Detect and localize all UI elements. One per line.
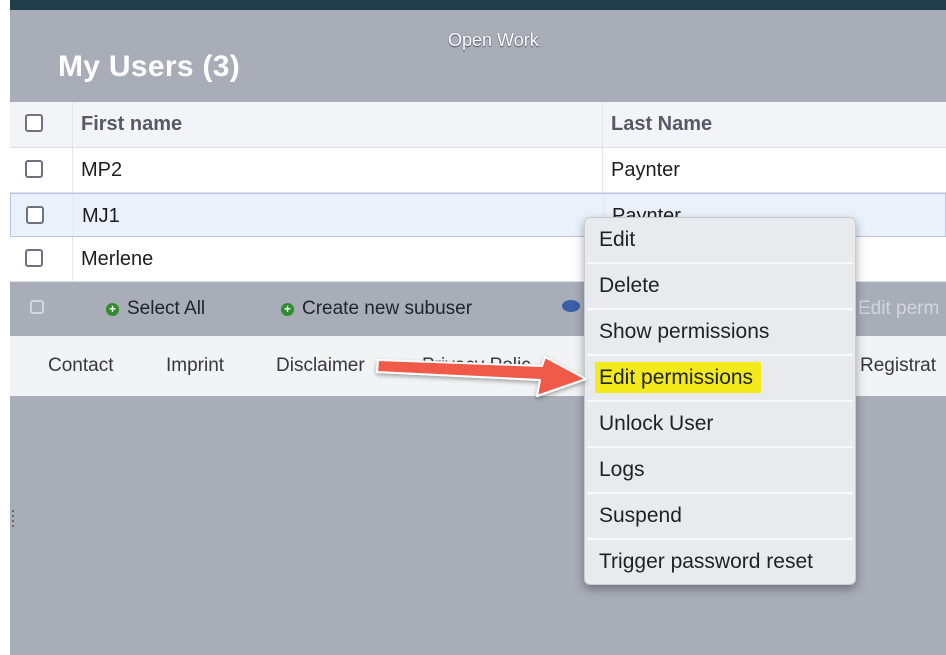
menu-item-suspend[interactable]: Suspend — [587, 494, 853, 540]
menu-item-edit-permissions[interactable]: Edit permissions — [587, 356, 853, 402]
menu-item-label: Logs — [599, 458, 645, 481]
plus-icon: + — [106, 302, 119, 316]
page-title: My Users (3) — [58, 50, 241, 83]
page-header: Open Work My Users (3) — [10, 10, 946, 102]
table-header-row: First name Last Name — [10, 102, 946, 148]
menu-item-edit[interactable]: Edit — [587, 218, 853, 264]
menu-item-trigger-password-reset[interactable]: Trigger password reset — [587, 540, 853, 584]
menu-item-logs[interactable]: Logs — [587, 448, 853, 494]
resize-handle[interactable] — [12, 510, 14, 530]
toolbar-checkbox[interactable] — [30, 300, 44, 314]
row-checkbox[interactable] — [26, 206, 44, 224]
first-name-cell: Merlene — [72, 237, 602, 281]
menu-item-label: Trigger password reset — [599, 550, 813, 573]
row-checkbox[interactable] — [25, 249, 43, 267]
menu-item-label: Unlock User — [599, 412, 714, 435]
create-subuser-label: Create new subuser — [302, 298, 473, 319]
row-checkbox[interactable] — [25, 160, 43, 178]
plus-icon: + — [281, 302, 294, 316]
table-row[interactable]: MP2 Paynter — [10, 148, 946, 193]
edit-permissions-toolbar-button[interactable]: Edit perm — [858, 298, 939, 320]
eye-icon[interactable] — [562, 300, 580, 312]
menu-item-label: Edit — [599, 228, 636, 251]
context-menu: Edit Delete Show permissions Edit permis… — [584, 217, 856, 585]
last-name-cell: Paynter — [602, 148, 946, 192]
first-name-cell: MJ1 — [73, 194, 603, 236]
first-name-cell: MP2 — [72, 148, 602, 192]
menu-item-label: Edit permissions — [595, 362, 762, 393]
footer-link-imprint[interactable]: Imprint — [166, 355, 224, 377]
menu-item-delete[interactable]: Delete — [587, 264, 853, 310]
menu-item-label: Show permissions — [599, 320, 770, 343]
menu-item-label: Suspend — [599, 504, 682, 527]
overlay-title: Open Work — [448, 30, 539, 50]
column-header-first-name[interactable]: First name — [72, 102, 602, 147]
footer-link-privacy-policy[interactable]: Privacy Polic — [422, 355, 531, 377]
create-subuser-button[interactable]: + Create new subuser — [281, 298, 472, 320]
menu-item-show-permissions[interactable]: Show permissions — [587, 310, 853, 356]
footer-link-contact[interactable]: Contact — [48, 355, 113, 377]
select-all-label: Select All — [127, 298, 206, 319]
footer-link-registration[interactable]: Registrat — [860, 355, 936, 377]
column-header-last-name[interactable]: Last Name — [602, 102, 946, 147]
footer-link-disclaimer[interactable]: Disclaimer — [276, 355, 365, 377]
select-all-button[interactable]: + Select All — [106, 298, 205, 320]
top-bar — [10, 0, 946, 10]
menu-item-label: Delete — [599, 274, 660, 297]
menu-item-unlock-user[interactable]: Unlock User — [587, 402, 853, 448]
select-all-checkbox[interactable] — [25, 114, 43, 132]
